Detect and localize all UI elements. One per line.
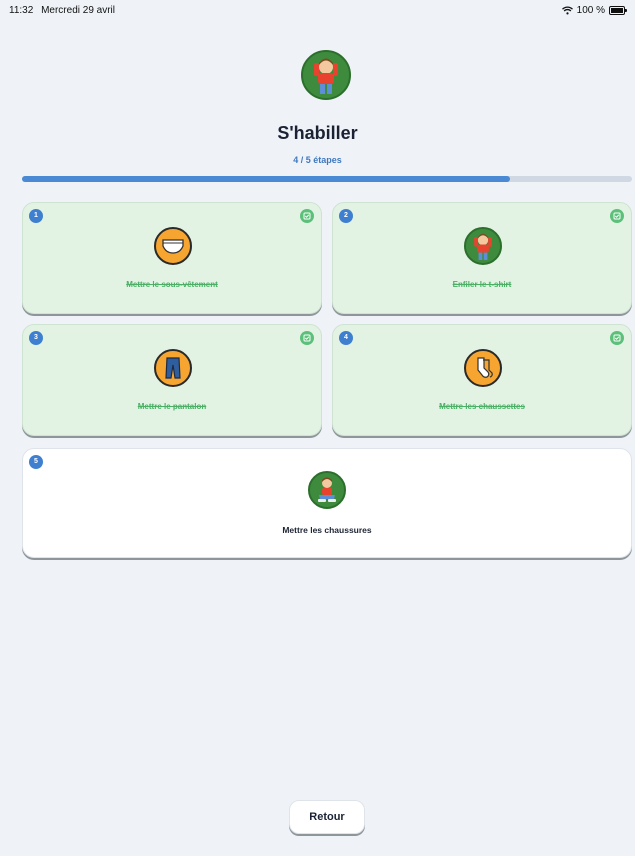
step-card-4[interactable]: 4 Mettre les chaussettes xyxy=(332,324,632,436)
step-number-badge: 5 xyxy=(29,455,43,469)
step-card-5[interactable]: 5 Mettre les chaussures xyxy=(22,448,632,558)
battery-percentage: 100 % xyxy=(576,5,605,16)
status-date: Mercredi 29 avril xyxy=(41,5,115,16)
step-number-badge: 1 xyxy=(29,209,43,223)
step-label: Mettre les chaussures xyxy=(282,525,372,535)
progress-label: 4 / 5 étapes xyxy=(293,155,342,165)
back-button[interactable]: Retour xyxy=(289,800,365,834)
step-number-badge: 2 xyxy=(339,209,353,223)
routine-avatar-icon xyxy=(301,50,351,100)
socks-icon xyxy=(464,349,502,387)
step-number-badge: 4 xyxy=(339,331,353,345)
check-icon xyxy=(300,331,314,345)
status-bar: 11:32 Mercredi 29 avril 100 % xyxy=(0,0,635,22)
step-label: Mettre le sous-vêtement xyxy=(126,280,218,289)
status-time: 11:32 xyxy=(9,5,34,16)
progress-bar-fill xyxy=(22,176,510,182)
shoes-child-icon xyxy=(308,471,346,509)
status-left: 11:32 Mercredi 29 avril xyxy=(9,5,120,16)
status-right: 100 % xyxy=(561,5,627,16)
check-icon xyxy=(300,209,314,223)
step-number-badge: 3 xyxy=(29,331,43,345)
wifi-icon xyxy=(561,6,573,15)
tshirt-child-icon xyxy=(464,227,502,265)
underwear-icon xyxy=(154,227,192,265)
check-icon xyxy=(610,209,624,223)
pants-icon xyxy=(154,349,192,387)
check-icon xyxy=(610,331,624,345)
step-card-1[interactable]: 1 Mettre le sous-vêtement xyxy=(22,202,322,314)
step-label: Mettre le pantalon xyxy=(137,402,207,411)
step-card-2[interactable]: 2 Enfiler le t-shirt xyxy=(332,202,632,314)
page-title: S'habiller xyxy=(277,123,358,143)
battery-icon xyxy=(609,6,627,15)
step-card-3[interactable]: 3 Mettre le pantalon xyxy=(22,324,322,436)
step-label: Enfiler le t-shirt xyxy=(452,280,512,289)
progress-bar xyxy=(22,176,632,182)
step-label: Mettre les chaussettes xyxy=(439,402,525,411)
